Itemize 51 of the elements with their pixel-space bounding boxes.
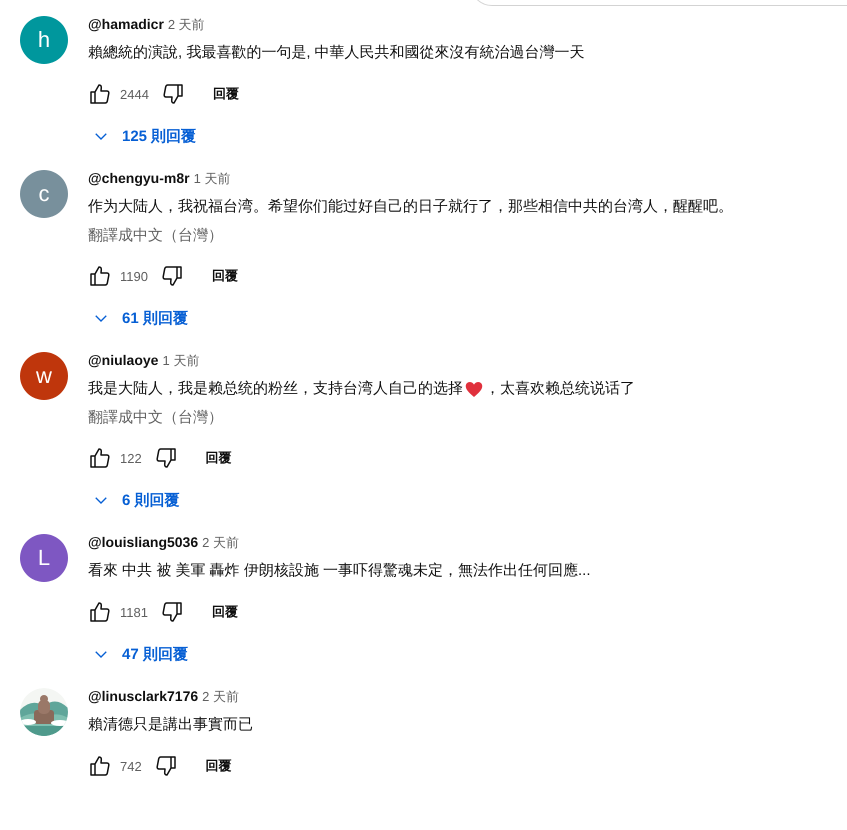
thumbs-down-icon[interactable] [154, 446, 178, 470]
thumbs-up-icon[interactable] [88, 600, 112, 624]
avatar[interactable]: c [20, 170, 68, 218]
comment-time[interactable]: 2 天前 [202, 688, 240, 706]
thumbs-down-icon[interactable] [160, 82, 185, 106]
comment-time[interactable]: 1 天前 [194, 170, 230, 188]
author-name[interactable]: @hamadicr [88, 16, 164, 32]
like-count: 122 [120, 450, 142, 466]
thumbs-down-icon[interactable] [160, 600, 184, 624]
translate-link[interactable]: 翻譯成中文（台灣） [88, 404, 847, 432]
thumbs-up-icon[interactable] [88, 264, 112, 288]
author-name[interactable]: @niulaoye [88, 352, 158, 368]
comment-text: 看來 中共 被 美軍 轟炸 伊朗核設施 一事吓得驚魂未定，無法作出任何回應... [88, 561, 591, 581]
replies-label[interactable]: 125 則回覆 [122, 126, 196, 146]
replies-toggle[interactable]: 61 則回覆 [88, 298, 188, 338]
thumbs-up-icon[interactable] [88, 754, 112, 778]
comment-text: 賴清德只是講出事實而已 [88, 715, 253, 735]
like-count: 742 [120, 758, 142, 774]
reply-button[interactable]: 回覆 [204, 599, 246, 625]
like-count: 1190 [120, 268, 148, 284]
heart-icon [465, 380, 483, 398]
comment-time[interactable]: 2 天前 [168, 16, 205, 34]
thumbs-up-icon[interactable] [88, 446, 112, 470]
thumbs-down-icon[interactable] [160, 264, 184, 288]
reply-button[interactable]: 回覆 [204, 81, 247, 107]
translate-link[interactable]: 翻譯成中文（台灣） [88, 222, 847, 250]
replies-label[interactable]: 47 則回覆 [122, 644, 188, 664]
replies-label[interactable]: 61 則回覆 [122, 308, 188, 328]
comment-text: 賴總統的演說, 我最喜歡的一句是, 中華人民共和國從來沒有統治過台灣一天 [88, 43, 585, 63]
comment-text: 我是大陆人，我是赖总统的粉丝，支持台湾人自己的选择 [88, 379, 463, 399]
avatar[interactable]: h [20, 16, 68, 64]
thumbs-down-icon[interactable] [154, 754, 178, 778]
author-name[interactable]: @chengyu-m8r [88, 170, 190, 186]
comment-text: 作为大陆人，我祝福台湾。希望你们能过好自己的日子就行了，那些相信中共的台湾人，醒醒吧。 [88, 197, 733, 217]
thumbs-up-icon[interactable] [88, 82, 112, 106]
avatar[interactable]: L [20, 534, 68, 582]
replies-toggle[interactable]: 47 則回覆 [88, 634, 188, 674]
replies-label[interactable]: 6 則回覆 [122, 490, 180, 510]
like-count: 1181 [120, 604, 148, 620]
comment-text: ，太喜欢赖总统说话了 [485, 379, 635, 399]
replies-toggle[interactable]: 6 則回覆 [88, 480, 180, 520]
like-count: 2444 [120, 86, 149, 102]
reply-button[interactable]: 回覆 [198, 753, 240, 779]
comment-time[interactable]: 1 天前 [162, 352, 200, 370]
replies-toggle[interactable]: 125 則回覆 [88, 116, 196, 156]
avatar[interactable]: w [20, 352, 68, 400]
reply-button[interactable]: 回覆 [204, 263, 246, 289]
author-name[interactable]: @louisliang5036 [88, 534, 198, 550]
comment-time[interactable]: 2 天前 [202, 534, 239, 552]
author-name[interactable]: @linusclark7176 [88, 688, 198, 704]
reply-button[interactable]: 回覆 [198, 445, 240, 471]
